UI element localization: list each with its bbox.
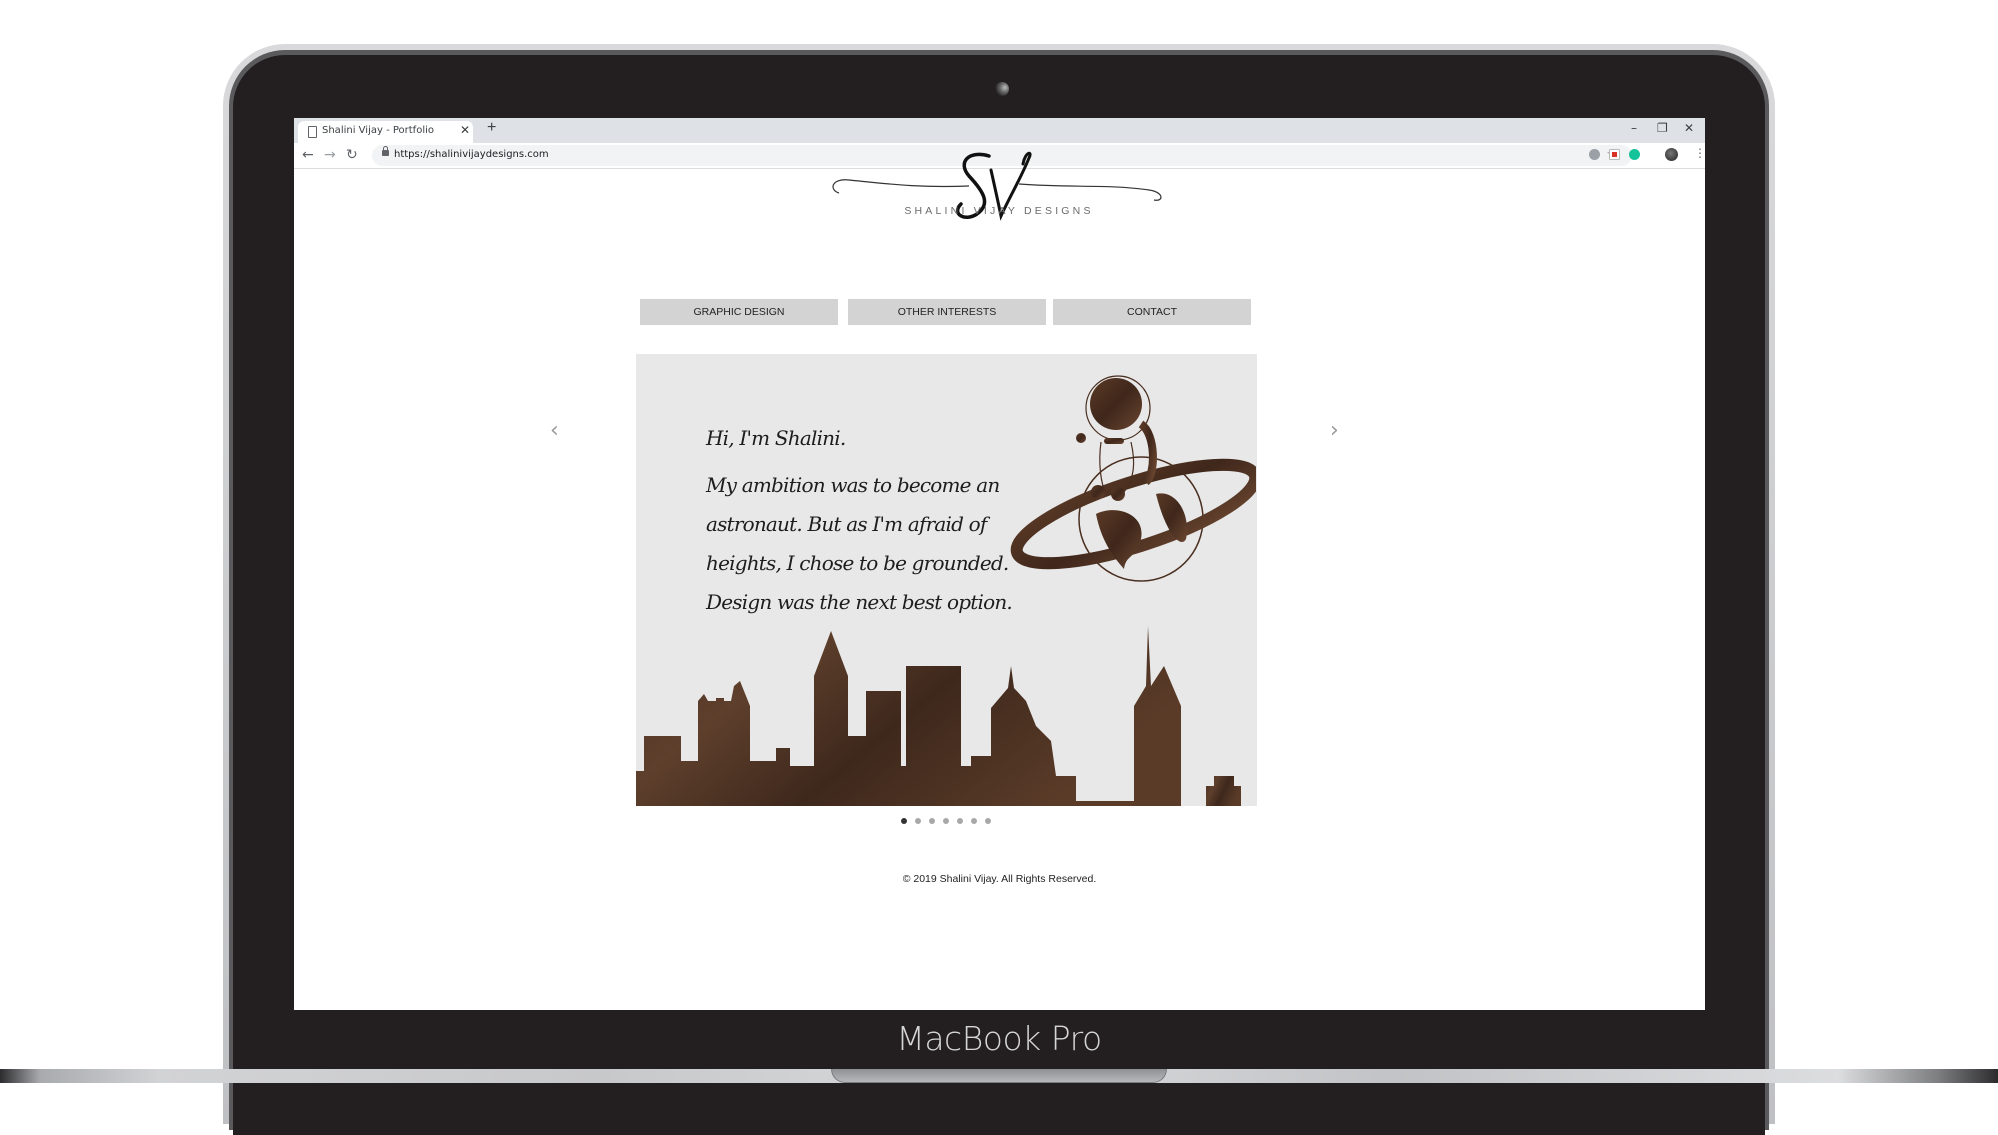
close-window-icon[interactable]: ✕ — [1684, 121, 1694, 135]
slider-next-arrow[interactable]: › — [1330, 418, 1339, 443]
extension-icon[interactable] — [1589, 149, 1600, 160]
nav-graphic-design[interactable]: GRAPHIC DESIGN — [640, 299, 838, 325]
close-tab-icon[interactable]: ✕ — [460, 123, 470, 137]
planet-ring — [1010, 458, 1256, 570]
laptop-hinge-notch — [831, 1069, 1167, 1083]
astronaut-glove — [1076, 433, 1086, 443]
logo-subtitle: SHALINI VIJAY DESIGNS — [904, 205, 1094, 217]
footer-copyright: © 2019 Shalini Vijay. All Rights Reserve… — [902, 873, 1097, 885]
slider-dot-1[interactable] — [901, 818, 907, 824]
slide-line: My ambition was to become an — [706, 473, 1000, 497]
forward-icon[interactable]: → — [324, 147, 336, 163]
device-brand-label: MacBook Pro — [896, 1019, 1102, 1058]
slide-text: Hi, I'm Shalini. My ambition was to beco… — [706, 419, 1013, 622]
astronaut-helmet — [1090, 378, 1142, 430]
grammarly-icon[interactable] — [1629, 149, 1640, 160]
document-icon — [308, 126, 317, 138]
slider-dot-7[interactable] — [985, 818, 991, 824]
pdf-extension-icon[interactable] — [1609, 149, 1620, 160]
profile-avatar[interactable] — [1665, 148, 1678, 161]
url-text[interactable]: https://shalinivijaydesigns.com — [394, 149, 549, 160]
nav-other-interests[interactable]: OTHER INTERESTS — [848, 299, 1046, 325]
reload-icon[interactable]: ↻ — [346, 147, 358, 163]
browser-window: Shalini Vijay - Portfolio ✕ + – ❐ ✕ ← → … — [294, 118, 1705, 1010]
slider-dot-4[interactable] — [943, 818, 949, 824]
menu-icon[interactable]: ⋮ — [1694, 146, 1705, 160]
slide-line: Design was the next best option. — [706, 590, 1013, 614]
minimize-icon[interactable]: – — [1631, 121, 1637, 135]
slider-prev-arrow[interactable]: ‹ — [550, 418, 559, 443]
slide-line: heights, I chose to be grounded. — [706, 551, 1009, 575]
nav-contact[interactable]: CONTACT — [1053, 299, 1251, 325]
hero-slider[interactable]: Hi, I'm Shalini. My ambition was to beco… — [636, 354, 1257, 806]
slider-dot-5[interactable] — [957, 818, 963, 824]
slide-line: astronaut. But as I'm afraid of — [706, 512, 987, 536]
city-skyline-illustration — [636, 626, 1241, 806]
new-tab-icon[interactable]: + — [487, 119, 496, 137]
slider-dot-2[interactable] — [915, 818, 921, 824]
camera-icon — [995, 82, 1009, 96]
astronaut-illustration — [1010, 375, 1256, 582]
slider-dot-3[interactable] — [929, 818, 935, 824]
lock-icon — [382, 146, 389, 156]
restore-icon[interactable]: ❐ — [1657, 121, 1668, 135]
tab-bar: Shalini Vijay - Portfolio ✕ + – ❐ ✕ — [294, 118, 1705, 143]
back-icon[interactable]: ← — [302, 147, 314, 163]
slider-dot-6[interactable] — [971, 818, 977, 824]
tab-title: Shalini Vijay - Portfolio — [322, 125, 434, 136]
slide-greeting: Hi, I'm Shalini. — [706, 426, 846, 450]
logo-flourish-right — [1018, 183, 1162, 201]
logo-flourish-left — [832, 179, 970, 194]
browser-tab[interactable]: Shalini Vijay - Portfolio ✕ — [298, 121, 473, 143]
